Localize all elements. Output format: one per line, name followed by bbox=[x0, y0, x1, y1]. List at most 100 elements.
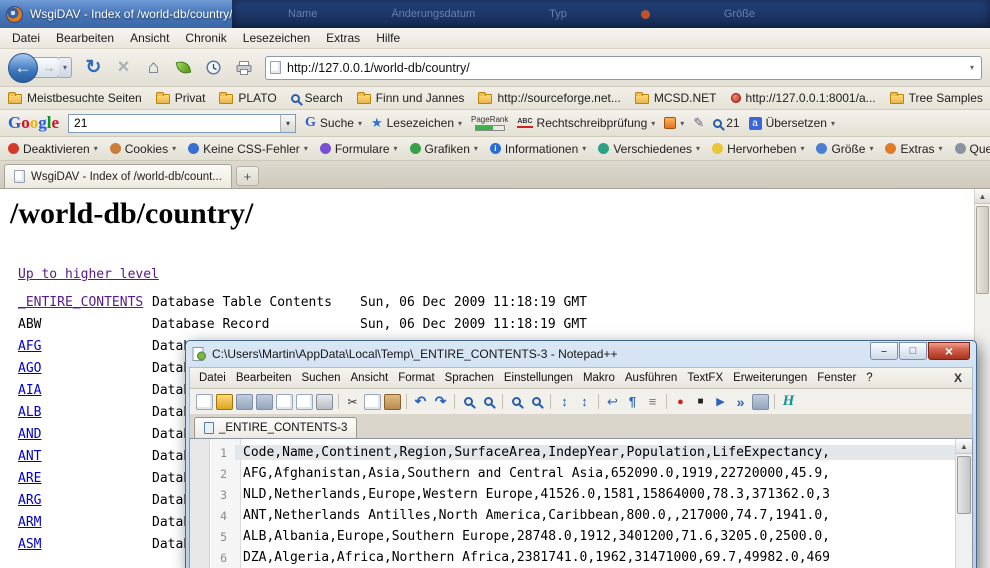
entry-link[interactable]: AFG bbox=[18, 339, 152, 354]
npp-menu-bearbeiten[interactable]: Bearbeiten bbox=[231, 370, 297, 386]
bookmark-privat[interactable]: Privat bbox=[156, 91, 206, 105]
html-preview-icon[interactable] bbox=[780, 394, 797, 410]
bookmark-mcsd-net[interactable]: MCSD.NET bbox=[635, 91, 717, 105]
notepad-titlebar[interactable]: C:\Users\Martin\AppData\Local\Temp\_ENTI… bbox=[189, 341, 973, 367]
npp-menu-fenster[interactable]: Fenster bbox=[812, 370, 861, 386]
word-wrap-icon[interactable] bbox=[604, 394, 621, 410]
webdev-groesse[interactable]: Größe bbox=[816, 142, 873, 156]
copy-icon[interactable] bbox=[364, 394, 381, 410]
scrollbar-thumb[interactable] bbox=[957, 456, 971, 514]
firefox-titlebar[interactable]: WsgiDAV - Index of /world-db/country/ - … bbox=[0, 0, 990, 28]
open-file-icon[interactable] bbox=[216, 394, 233, 410]
entry-link[interactable]: ARE bbox=[18, 471, 152, 486]
zoom-in-icon[interactable] bbox=[508, 394, 525, 410]
close-all-icon[interactable] bbox=[296, 394, 313, 410]
menu-lesezeichen[interactable]: Lesezeichen bbox=[235, 29, 318, 47]
npp-menu-textfx[interactable]: TextFX bbox=[682, 370, 728, 386]
find-icon[interactable] bbox=[460, 394, 477, 410]
play-macro-icon[interactable] bbox=[712, 394, 729, 410]
close-file-icon[interactable] bbox=[276, 394, 293, 410]
recent-pages-dropdown[interactable] bbox=[59, 57, 72, 78]
print-button[interactable] bbox=[231, 55, 256, 81]
bookmark-finn-und-jannes[interactable]: Finn und Jannes bbox=[357, 91, 465, 105]
entry-link[interactable]: AND bbox=[18, 427, 152, 442]
bookmark-sourceforge[interactable]: http://sourceforge.net... bbox=[478, 91, 620, 105]
indent-guide-icon[interactable] bbox=[644, 394, 661, 410]
entry-link[interactable]: ARM bbox=[18, 515, 152, 530]
webdev-formulare[interactable]: Formulare bbox=[320, 142, 398, 156]
translate-button[interactable]: Übersetzen bbox=[749, 116, 835, 130]
webdev-extras[interactable]: Extras bbox=[885, 142, 942, 156]
save-all-icon[interactable] bbox=[256, 394, 273, 410]
sync-scroll-vertical-icon[interactable] bbox=[556, 394, 573, 410]
menu-chronik[interactable]: Chronik bbox=[177, 29, 234, 47]
show-all-characters-icon[interactable] bbox=[624, 394, 641, 410]
bookmark-search[interactable]: Search bbox=[291, 91, 343, 105]
scroll-up-arrow[interactable] bbox=[975, 189, 990, 204]
npp-menu-ausfuehren[interactable]: Ausführen bbox=[620, 370, 682, 386]
entry-link[interactable]: ALB bbox=[18, 405, 152, 420]
minimize-button[interactable] bbox=[870, 342, 898, 360]
cut-icon[interactable] bbox=[344, 394, 361, 410]
menu-bearbeiten[interactable]: Bearbeiten bbox=[48, 29, 122, 47]
stop-macro-icon[interactable] bbox=[692, 394, 709, 410]
editor-scrollbar[interactable] bbox=[955, 439, 972, 568]
bookmark-plato[interactable]: PLATO bbox=[219, 91, 276, 105]
undo-icon[interactable] bbox=[412, 394, 429, 410]
npp-menu-sprachen[interactable]: Sprachen bbox=[440, 370, 499, 386]
entry-link[interactable]: ANT bbox=[18, 449, 152, 464]
bookmark-tree-samples[interactable]: Tree Samples bbox=[890, 91, 983, 105]
spellcheck-button[interactable]: ABCRechtschreibprüfung bbox=[517, 116, 655, 130]
bookmark-127-0-0-1-8001[interactable]: http://127.0.0.1:8001/a... bbox=[731, 91, 876, 105]
webdev-deaktivieren[interactable]: Deaktivieren bbox=[8, 142, 98, 156]
bookmark-meistbesuchte-seiten[interactable]: Meistbesuchte Seiten bbox=[8, 91, 142, 105]
npp-menu-help[interactable]: ? bbox=[861, 370, 877, 386]
menu-hilfe[interactable]: Hilfe bbox=[368, 29, 408, 47]
webdev-hervorheben[interactable]: Hervorheben bbox=[712, 142, 804, 156]
npp-menu-erweiterungen[interactable]: Erweiterungen bbox=[728, 370, 812, 386]
record-macro-icon[interactable] bbox=[672, 394, 689, 410]
result-count-badge[interactable]: 21 bbox=[713, 116, 739, 130]
up-to-higher-level-link[interactable]: Up to higher level bbox=[18, 267, 159, 282]
npp-menu-format[interactable]: Format bbox=[393, 370, 439, 386]
home-button[interactable] bbox=[141, 55, 166, 81]
url-input[interactable] bbox=[287, 61, 967, 75]
history-button[interactable] bbox=[201, 55, 226, 81]
entry-link[interactable]: AGO bbox=[18, 361, 152, 376]
search-history-dropdown[interactable] bbox=[280, 115, 295, 132]
google-lesezeichen-button[interactable]: Lesezeichen bbox=[371, 115, 462, 131]
webdev-grafiken[interactable]: Grafiken bbox=[410, 142, 478, 156]
url-history-dropdown[interactable] bbox=[967, 63, 977, 72]
npp-menu-makro[interactable]: Makro bbox=[578, 370, 620, 386]
menu-datei[interactable]: Datei bbox=[4, 29, 48, 47]
entry-link[interactable]: ASM bbox=[18, 537, 152, 552]
npp-menu-einstellungen[interactable]: Einstellungen bbox=[499, 370, 578, 386]
webdev-verschiedenes[interactable]: Verschiedenes bbox=[598, 142, 700, 156]
close-document-button[interactable]: X bbox=[948, 371, 968, 385]
entry-link[interactable]: ARG bbox=[18, 493, 152, 508]
webdev-css[interactable]: Keine CSS-Fehler bbox=[188, 142, 308, 156]
scroll-up-arrow[interactable] bbox=[956, 439, 972, 454]
run-macro-multiple-icon[interactable] bbox=[732, 394, 749, 410]
new-tab-button[interactable]: + bbox=[236, 166, 259, 186]
location-bar[interactable] bbox=[265, 56, 982, 80]
google-search-input[interactable] bbox=[69, 116, 280, 130]
npp-menu-suchen[interactable]: Suchen bbox=[296, 370, 345, 386]
maximize-button[interactable] bbox=[899, 342, 927, 360]
npp-menu-datei[interactable]: Datei bbox=[194, 370, 231, 386]
entry-link[interactable]: AIA bbox=[18, 383, 152, 398]
google-suche-button[interactable]: GSuche bbox=[305, 115, 362, 131]
replace-icon[interactable] bbox=[480, 394, 497, 410]
feather-extension-button[interactable] bbox=[171, 55, 196, 81]
webdev-cookies[interactable]: Cookies bbox=[110, 142, 176, 156]
back-button[interactable] bbox=[8, 53, 38, 83]
save-macro-icon[interactable] bbox=[752, 394, 769, 410]
google-search-box[interactable] bbox=[68, 114, 296, 133]
npp-menu-ansicht[interactable]: Ansicht bbox=[346, 370, 394, 386]
document-tab[interactable]: _ENTIRE_CONTENTS-3 bbox=[194, 417, 357, 438]
pencil-button[interactable] bbox=[693, 115, 704, 131]
zoom-out-icon[interactable] bbox=[528, 394, 545, 410]
sync-scroll-horizontal-icon[interactable] bbox=[576, 394, 593, 410]
stop-button[interactable] bbox=[111, 55, 136, 81]
entry-link[interactable]: _ENTIRE_CONTENTS bbox=[18, 295, 152, 310]
